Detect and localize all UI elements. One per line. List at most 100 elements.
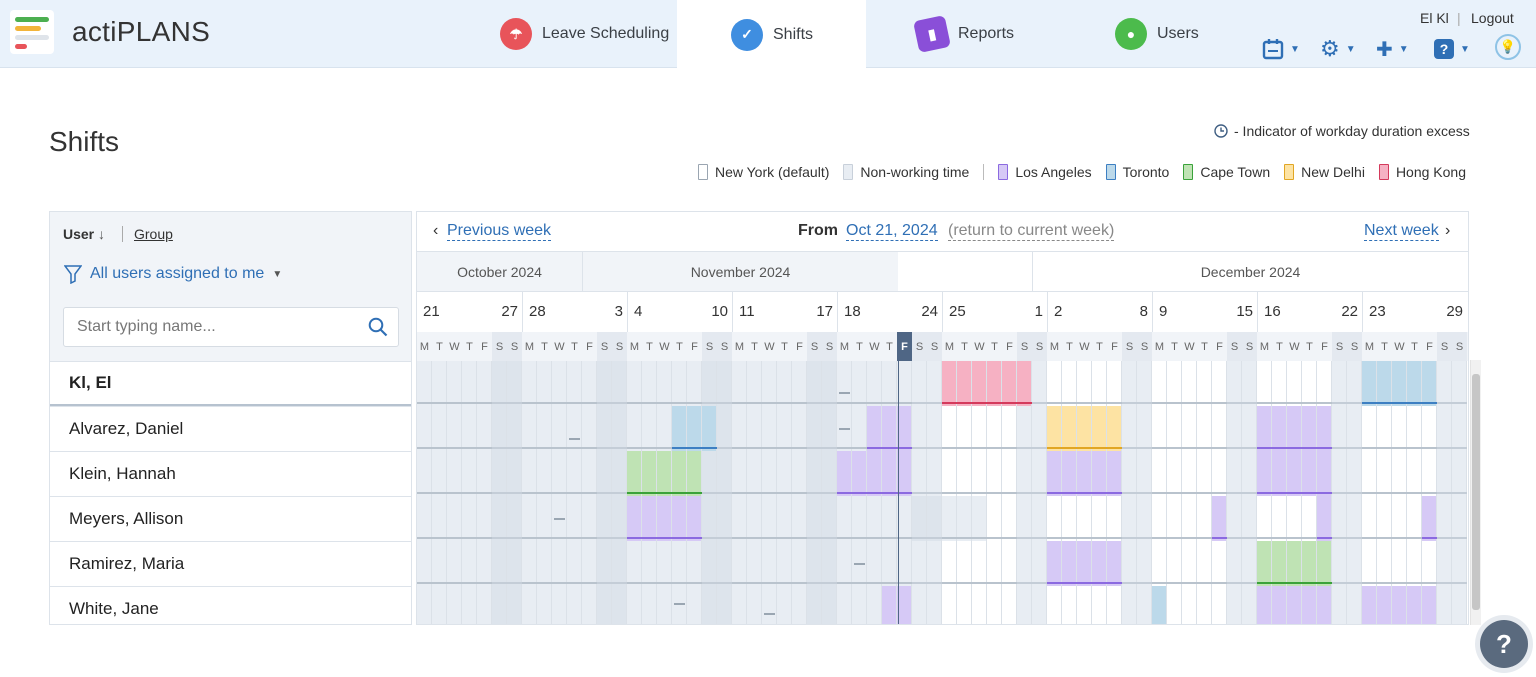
shift-cell[interactable] — [702, 451, 717, 496]
shift-cell-to[interactable] — [672, 406, 687, 451]
shift-cell[interactable] — [612, 586, 627, 624]
shift-cell-to[interactable] — [687, 406, 702, 451]
shift-cell-la[interactable] — [627, 496, 642, 541]
shift-cell-la[interactable] — [1392, 586, 1407, 624]
shift-cell[interactable] — [1197, 541, 1212, 586]
shift-cell[interactable] — [747, 451, 762, 496]
shift-cell[interactable] — [987, 406, 1002, 451]
shift-cell-la[interactable] — [1317, 586, 1332, 624]
shift-cell[interactable] — [1242, 496, 1257, 541]
shift-cell[interactable] — [447, 496, 462, 541]
help-chat-button[interactable]: ? — [1480, 620, 1528, 668]
shift-cell[interactable] — [732, 586, 747, 624]
shift-cell[interactable] — [417, 451, 432, 496]
shift-cell[interactable] — [1422, 451, 1437, 496]
shift-cell[interactable] — [1137, 406, 1152, 451]
shift-cell[interactable] — [732, 406, 747, 451]
shift-cell[interactable] — [1047, 361, 1062, 406]
shift-cell[interactable] — [657, 541, 672, 586]
shift-cell[interactable] — [1212, 406, 1227, 451]
shift-cell[interactable] — [597, 361, 612, 406]
shift-cell[interactable] — [1347, 496, 1362, 541]
shift-cell-la[interactable] — [1302, 406, 1317, 451]
shift-cell[interactable] — [417, 541, 432, 586]
shift-cell[interactable] — [1167, 541, 1182, 586]
shift-cell[interactable] — [717, 586, 732, 624]
shift-cell[interactable] — [987, 541, 1002, 586]
shift-cell[interactable] — [552, 451, 567, 496]
shift-cell[interactable] — [1212, 451, 1227, 496]
shift-cell-la[interactable] — [657, 496, 672, 541]
user-row[interactable]: Alvarez, Daniel — [50, 406, 411, 451]
shift-cell[interactable] — [717, 496, 732, 541]
shift-cell-la[interactable] — [897, 586, 912, 624]
shift-cell[interactable] — [1227, 451, 1242, 496]
shift-cell[interactable] — [537, 361, 552, 406]
shift-cell-ct[interactable] — [627, 451, 642, 496]
shift-cell[interactable] — [522, 496, 537, 541]
shift-cell[interactable] — [912, 451, 927, 496]
shift-cell[interactable] — [507, 361, 522, 406]
shift-cell[interactable] — [1017, 541, 1032, 586]
shift-cell-la[interactable] — [1302, 451, 1317, 496]
shift-cell-ct[interactable] — [657, 451, 672, 496]
shift-cell[interactable] — [717, 361, 732, 406]
shift-cell[interactable] — [1017, 406, 1032, 451]
shift-cell-la[interactable] — [1287, 406, 1302, 451]
shift-cell[interactable] — [942, 496, 957, 541]
shift-cell[interactable] — [1362, 451, 1377, 496]
shift-cell[interactable] — [1422, 541, 1437, 586]
shift-cell[interactable] — [522, 586, 537, 624]
shift-cell[interactable] — [1407, 496, 1422, 541]
shift-cell[interactable] — [912, 361, 927, 406]
shift-cell[interactable] — [807, 361, 822, 406]
shift-cell[interactable] — [537, 406, 552, 451]
shift-cell[interactable] — [672, 361, 687, 406]
shift-cell[interactable] — [462, 451, 477, 496]
shift-cell[interactable] — [597, 406, 612, 451]
shift-cell[interactable] — [777, 496, 792, 541]
settings-menu[interactable]: ⚙ ▼ — [1320, 36, 1356, 61]
shift-cell[interactable] — [1122, 361, 1137, 406]
shift-cell[interactable] — [1002, 451, 1017, 496]
shift-cell[interactable] — [1287, 496, 1302, 541]
shift-cell[interactable] — [1002, 496, 1017, 541]
shift-cell[interactable] — [747, 496, 762, 541]
shift-cell[interactable] — [642, 586, 657, 624]
shift-cell[interactable] — [987, 586, 1002, 624]
next-week-link[interactable]: Next week — [1364, 222, 1439, 241]
shift-cell[interactable] — [1212, 361, 1227, 406]
shift-cell-to[interactable] — [1152, 586, 1167, 624]
shift-cell[interactable] — [1227, 496, 1242, 541]
sort-by-user[interactable]: User ↓ — [63, 226, 105, 242]
shift-cell[interactable] — [867, 541, 882, 586]
shift-cell[interactable] — [567, 361, 582, 406]
shift-cell-la[interactable] — [1302, 586, 1317, 624]
shift-cell[interactable] — [417, 496, 432, 541]
shift-cell[interactable] — [822, 361, 837, 406]
shift-cell[interactable] — [477, 451, 492, 496]
shift-cell[interactable] — [1152, 541, 1167, 586]
shift-cell[interactable] — [582, 586, 597, 624]
shift-cell[interactable] — [807, 406, 822, 451]
shift-cell-la[interactable] — [1287, 586, 1302, 624]
shift-cell[interactable] — [1122, 541, 1137, 586]
grid-scrollbar[interactable] — [1470, 360, 1481, 625]
shift-cell[interactable] — [1197, 586, 1212, 624]
shift-cell[interactable] — [477, 541, 492, 586]
shift-cell[interactable] — [897, 541, 912, 586]
shift-cell[interactable] — [972, 496, 987, 541]
shift-cell-ct[interactable] — [642, 451, 657, 496]
shift-cell[interactable] — [867, 586, 882, 624]
shift-cell[interactable] — [1227, 541, 1242, 586]
shift-cell[interactable] — [1347, 451, 1362, 496]
shift-cell-la[interactable] — [1107, 451, 1122, 496]
shift-cell[interactable] — [1452, 496, 1467, 541]
shift-cell[interactable] — [927, 541, 942, 586]
shift-cell[interactable] — [1107, 586, 1122, 624]
shift-cell[interactable] — [447, 361, 462, 406]
shift-cell[interactable] — [1152, 406, 1167, 451]
shift-cell[interactable] — [1032, 586, 1047, 624]
shift-cell-la[interactable] — [1257, 451, 1272, 496]
shift-cell-la[interactable] — [1062, 541, 1077, 586]
